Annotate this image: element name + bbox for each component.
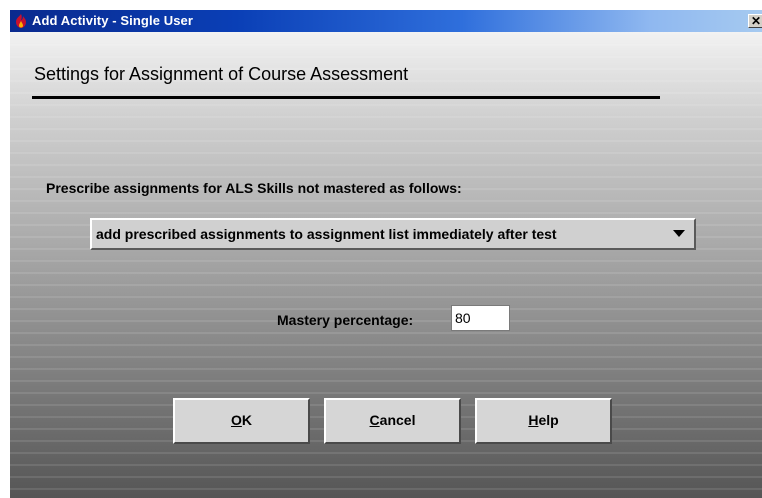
prescribe-label: Prescribe assignments for ALS Skills not… bbox=[46, 180, 462, 196]
cancel-button[interactable]: Cancel bbox=[324, 398, 461, 444]
dialog-body: Settings for Assignment of Course Assess… bbox=[10, 32, 762, 498]
ok-label-rest: K bbox=[241, 412, 252, 428]
mastery-label: Mastery percentage: bbox=[277, 312, 414, 328]
chevron-down-icon[interactable] bbox=[673, 230, 685, 237]
help-label-rest: elp bbox=[538, 412, 559, 428]
prescribe-select-value: add prescribed assignments to assignment… bbox=[96, 226, 557, 242]
page-title: Settings for Assignment of Course Assess… bbox=[34, 64, 409, 84]
close-icon: ✕ bbox=[750, 14, 762, 28]
prescribe-select[interactable]: add prescribed assignments to assignment… bbox=[90, 218, 696, 250]
close-button[interactable]: ✕ bbox=[748, 14, 762, 28]
app-flame-icon bbox=[16, 14, 26, 28]
help-mnemonic: H bbox=[528, 412, 539, 428]
heading-divider bbox=[32, 96, 660, 99]
cancel-label-rest: ancel bbox=[379, 412, 416, 428]
ok-mnemonic: O bbox=[230, 412, 242, 428]
window-title: Add Activity - Single User bbox=[32, 13, 194, 28]
cancel-mnemonic: C bbox=[369, 412, 380, 428]
dialog-window: Add Activity - Single User ✕ Settings fo… bbox=[9, 9, 762, 498]
title-bar[interactable]: Add Activity - Single User ✕ bbox=[10, 10, 762, 32]
help-button[interactable]: Help bbox=[475, 398, 612, 444]
ok-button[interactable]: OK bbox=[173, 398, 310, 444]
mastery-percentage-input[interactable] bbox=[451, 305, 510, 331]
